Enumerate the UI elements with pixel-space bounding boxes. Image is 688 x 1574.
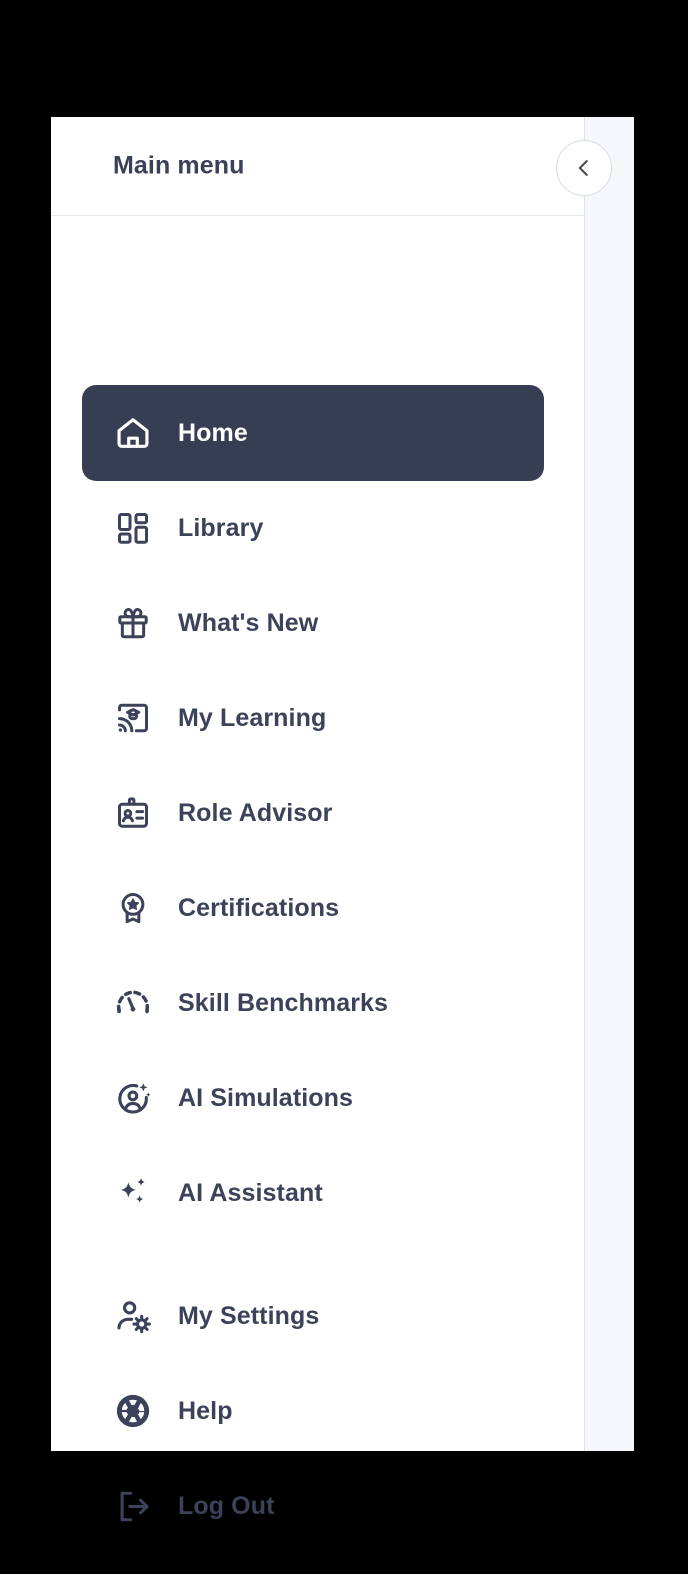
gauge-icon [111,981,155,1025]
user-gear-icon [111,1294,155,1338]
collapse-menu-button[interactable] [556,140,612,196]
sidebar-item-label: Role Advisor [178,798,333,827]
home-icon [111,411,155,455]
award-ribbon-icon [111,886,155,930]
sidebar-header: Main menu [51,117,584,216]
sidebar-panel: Main menu Home Library What's New My Lea… [51,117,585,1521]
sidebar-item-skill-benchmarks[interactable]: Skill Benchmarks [82,955,544,1051]
sidebar-item-label: My Learning [178,703,327,732]
page-title: Main menu [113,151,245,180]
sidebar-item-label: Help [178,1396,233,1425]
sidebar-item-my-learning[interactable]: My Learning [82,670,544,766]
sidebar-item-library[interactable]: Library [82,480,544,576]
sidebar-item-certifications[interactable]: Certifications [82,860,544,956]
sidebar-item-label: Home [178,418,248,447]
sidebar-item-whats-new[interactable]: What's New [82,575,544,671]
sidebar-item-label: What's New [178,608,319,637]
sidebar-item-label: Certifications [178,893,340,922]
user-sparkle-icon [111,1076,155,1120]
sidebar-item-role-advisor[interactable]: Role Advisor [82,765,544,861]
id-badge-icon [111,791,155,835]
sidebar-item-help[interactable]: Help [82,1363,544,1459]
layout-grid-icon [111,506,155,550]
sidebar-item-label: Log Out [178,1491,275,1520]
sidebar-item-label: Skill Benchmarks [178,988,389,1017]
gift-icon [111,601,155,645]
sidebar-item-label: AI Simulations [178,1083,354,1112]
sparkles-icon [111,1171,155,1215]
sidebar-item-home[interactable]: Home [82,385,544,481]
sidebar-item-my-settings[interactable]: My Settings [82,1268,544,1364]
chevron-left-icon [573,157,595,179]
sidebar-item-label: AI Assistant [178,1178,323,1207]
sidebar-item-ai-simulations[interactable]: AI Simulations [82,1050,544,1146]
sidebar-item-label: Library [178,513,264,542]
logout-icon [111,1484,155,1528]
sidebar-item-log-out[interactable]: Log Out [82,1458,544,1554]
cast-learning-icon [111,696,155,740]
sidebar-item-ai-assistant[interactable]: AI Assistant [82,1145,544,1241]
lifebuoy-icon [111,1389,155,1433]
sidebar-item-label: My Settings [178,1301,320,1330]
